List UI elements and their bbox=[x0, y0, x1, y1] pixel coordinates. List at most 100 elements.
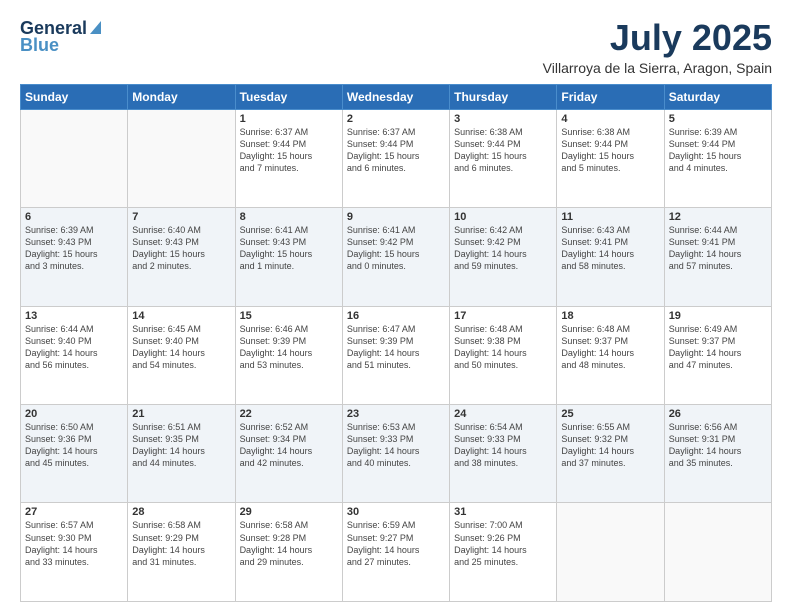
day-info: Sunrise: 6:37 AM Sunset: 9:44 PM Dayligh… bbox=[347, 126, 445, 175]
day-info: Sunrise: 6:48 AM Sunset: 9:38 PM Dayligh… bbox=[454, 323, 552, 372]
calendar-cell: 8Sunrise: 6:41 AM Sunset: 9:43 PM Daylig… bbox=[235, 208, 342, 306]
day-info: Sunrise: 6:59 AM Sunset: 9:27 PM Dayligh… bbox=[347, 519, 445, 568]
calendar-week-5: 27Sunrise: 6:57 AM Sunset: 9:30 PM Dayli… bbox=[21, 503, 772, 602]
day-info: Sunrise: 6:50 AM Sunset: 9:36 PM Dayligh… bbox=[25, 421, 123, 470]
day-number: 22 bbox=[240, 408, 338, 420]
day-info: Sunrise: 6:42 AM Sunset: 9:42 PM Dayligh… bbox=[454, 224, 552, 273]
calendar-cell bbox=[21, 109, 128, 207]
day-info: Sunrise: 6:58 AM Sunset: 9:28 PM Dayligh… bbox=[240, 519, 338, 568]
calendar-cell bbox=[664, 503, 771, 602]
calendar-cell: 12Sunrise: 6:44 AM Sunset: 9:41 PM Dayli… bbox=[664, 208, 771, 306]
calendar-cell: 16Sunrise: 6:47 AM Sunset: 9:39 PM Dayli… bbox=[342, 306, 449, 404]
day-info: Sunrise: 6:39 AM Sunset: 9:44 PM Dayligh… bbox=[669, 126, 767, 175]
day-number: 10 bbox=[454, 211, 552, 223]
day-info: Sunrise: 6:57 AM Sunset: 9:30 PM Dayligh… bbox=[25, 519, 123, 568]
day-info: Sunrise: 6:47 AM Sunset: 9:39 PM Dayligh… bbox=[347, 323, 445, 372]
day-number: 21 bbox=[132, 408, 230, 420]
calendar-cell: 5Sunrise: 6:39 AM Sunset: 9:44 PM Daylig… bbox=[664, 109, 771, 207]
day-number: 18 bbox=[561, 310, 659, 322]
day-info: Sunrise: 6:43 AM Sunset: 9:41 PM Dayligh… bbox=[561, 224, 659, 273]
calendar-cell: 2Sunrise: 6:37 AM Sunset: 9:44 PM Daylig… bbox=[342, 109, 449, 207]
calendar-cell: 23Sunrise: 6:53 AM Sunset: 9:33 PM Dayli… bbox=[342, 405, 449, 503]
page-header: General Blue July 2025 Villarroya de la … bbox=[20, 18, 772, 76]
weekday-header-thursday: Thursday bbox=[450, 84, 557, 109]
calendar-cell bbox=[128, 109, 235, 207]
day-info: Sunrise: 6:58 AM Sunset: 9:29 PM Dayligh… bbox=[132, 519, 230, 568]
weekday-header-monday: Monday bbox=[128, 84, 235, 109]
day-number: 29 bbox=[240, 506, 338, 518]
day-number: 24 bbox=[454, 408, 552, 420]
calendar-cell: 27Sunrise: 6:57 AM Sunset: 9:30 PM Dayli… bbox=[21, 503, 128, 602]
calendar-cell: 10Sunrise: 6:42 AM Sunset: 9:42 PM Dayli… bbox=[450, 208, 557, 306]
day-number: 20 bbox=[25, 408, 123, 420]
weekday-header-sunday: Sunday bbox=[21, 84, 128, 109]
day-info: Sunrise: 6:45 AM Sunset: 9:40 PM Dayligh… bbox=[132, 323, 230, 372]
calendar-page: General Blue July 2025 Villarroya de la … bbox=[0, 0, 792, 612]
day-number: 11 bbox=[561, 211, 659, 223]
day-info: Sunrise: 6:41 AM Sunset: 9:43 PM Dayligh… bbox=[240, 224, 338, 273]
day-number: 28 bbox=[132, 506, 230, 518]
day-number: 15 bbox=[240, 310, 338, 322]
day-info: Sunrise: 6:52 AM Sunset: 9:34 PM Dayligh… bbox=[240, 421, 338, 470]
day-info: Sunrise: 6:38 AM Sunset: 9:44 PM Dayligh… bbox=[454, 126, 552, 175]
calendar-cell: 21Sunrise: 6:51 AM Sunset: 9:35 PM Dayli… bbox=[128, 405, 235, 503]
calendar-cell bbox=[557, 503, 664, 602]
day-number: 9 bbox=[347, 211, 445, 223]
day-number: 4 bbox=[561, 113, 659, 125]
calendar-cell: 6Sunrise: 6:39 AM Sunset: 9:43 PM Daylig… bbox=[21, 208, 128, 306]
day-number: 3 bbox=[454, 113, 552, 125]
calendar-cell: 1Sunrise: 6:37 AM Sunset: 9:44 PM Daylig… bbox=[235, 109, 342, 207]
weekday-header-saturday: Saturday bbox=[664, 84, 771, 109]
day-info: Sunrise: 6:54 AM Sunset: 9:33 PM Dayligh… bbox=[454, 421, 552, 470]
calendar-cell: 3Sunrise: 6:38 AM Sunset: 9:44 PM Daylig… bbox=[450, 109, 557, 207]
day-number: 6 bbox=[25, 211, 123, 223]
calendar-cell: 20Sunrise: 6:50 AM Sunset: 9:36 PM Dayli… bbox=[21, 405, 128, 503]
day-number: 30 bbox=[347, 506, 445, 518]
day-info: Sunrise: 6:48 AM Sunset: 9:37 PM Dayligh… bbox=[561, 323, 659, 372]
calendar-cell: 25Sunrise: 6:55 AM Sunset: 9:32 PM Dayli… bbox=[557, 405, 664, 503]
day-number: 27 bbox=[25, 506, 123, 518]
day-number: 31 bbox=[454, 506, 552, 518]
day-number: 12 bbox=[669, 211, 767, 223]
calendar-cell: 24Sunrise: 6:54 AM Sunset: 9:33 PM Dayli… bbox=[450, 405, 557, 503]
calendar-cell: 7Sunrise: 6:40 AM Sunset: 9:43 PM Daylig… bbox=[128, 208, 235, 306]
weekday-header-friday: Friday bbox=[557, 84, 664, 109]
day-info: Sunrise: 6:49 AM Sunset: 9:37 PM Dayligh… bbox=[669, 323, 767, 372]
day-info: Sunrise: 7:00 AM Sunset: 9:26 PM Dayligh… bbox=[454, 519, 552, 568]
day-number: 1 bbox=[240, 113, 338, 125]
logo-triangle bbox=[90, 21, 101, 34]
day-number: 7 bbox=[132, 211, 230, 223]
day-info: Sunrise: 6:41 AM Sunset: 9:42 PM Dayligh… bbox=[347, 224, 445, 273]
day-info: Sunrise: 6:37 AM Sunset: 9:44 PM Dayligh… bbox=[240, 126, 338, 175]
month-title: July 2025 bbox=[543, 18, 772, 58]
logo: General Blue bbox=[20, 18, 101, 56]
calendar-cell: 13Sunrise: 6:44 AM Sunset: 9:40 PM Dayli… bbox=[21, 306, 128, 404]
day-info: Sunrise: 6:40 AM Sunset: 9:43 PM Dayligh… bbox=[132, 224, 230, 273]
header-right: July 2025 Villarroya de la Sierra, Arago… bbox=[543, 18, 772, 76]
calendar-cell: 19Sunrise: 6:49 AM Sunset: 9:37 PM Dayli… bbox=[664, 306, 771, 404]
weekday-header-wednesday: Wednesday bbox=[342, 84, 449, 109]
day-number: 5 bbox=[669, 113, 767, 125]
calendar-cell: 18Sunrise: 6:48 AM Sunset: 9:37 PM Dayli… bbox=[557, 306, 664, 404]
calendar-week-3: 13Sunrise: 6:44 AM Sunset: 9:40 PM Dayli… bbox=[21, 306, 772, 404]
day-number: 14 bbox=[132, 310, 230, 322]
location: Villarroya de la Sierra, Aragon, Spain bbox=[543, 60, 772, 76]
calendar-cell: 11Sunrise: 6:43 AM Sunset: 9:41 PM Dayli… bbox=[557, 208, 664, 306]
day-number: 8 bbox=[240, 211, 338, 223]
day-info: Sunrise: 6:51 AM Sunset: 9:35 PM Dayligh… bbox=[132, 421, 230, 470]
calendar-cell: 26Sunrise: 6:56 AM Sunset: 9:31 PM Dayli… bbox=[664, 405, 771, 503]
calendar-cell: 15Sunrise: 6:46 AM Sunset: 9:39 PM Dayli… bbox=[235, 306, 342, 404]
day-number: 17 bbox=[454, 310, 552, 322]
calendar-cell: 17Sunrise: 6:48 AM Sunset: 9:38 PM Dayli… bbox=[450, 306, 557, 404]
calendar-cell: 29Sunrise: 6:58 AM Sunset: 9:28 PM Dayli… bbox=[235, 503, 342, 602]
weekday-header-row: SundayMondayTuesdayWednesdayThursdayFrid… bbox=[21, 84, 772, 109]
day-info: Sunrise: 6:44 AM Sunset: 9:41 PM Dayligh… bbox=[669, 224, 767, 273]
day-info: Sunrise: 6:56 AM Sunset: 9:31 PM Dayligh… bbox=[669, 421, 767, 470]
calendar-cell: 22Sunrise: 6:52 AM Sunset: 9:34 PM Dayli… bbox=[235, 405, 342, 503]
calendar-week-4: 20Sunrise: 6:50 AM Sunset: 9:36 PM Dayli… bbox=[21, 405, 772, 503]
calendar-week-2: 6Sunrise: 6:39 AM Sunset: 9:43 PM Daylig… bbox=[21, 208, 772, 306]
day-info: Sunrise: 6:44 AM Sunset: 9:40 PM Dayligh… bbox=[25, 323, 123, 372]
day-info: Sunrise: 6:46 AM Sunset: 9:39 PM Dayligh… bbox=[240, 323, 338, 372]
day-number: 13 bbox=[25, 310, 123, 322]
day-info: Sunrise: 6:53 AM Sunset: 9:33 PM Dayligh… bbox=[347, 421, 445, 470]
